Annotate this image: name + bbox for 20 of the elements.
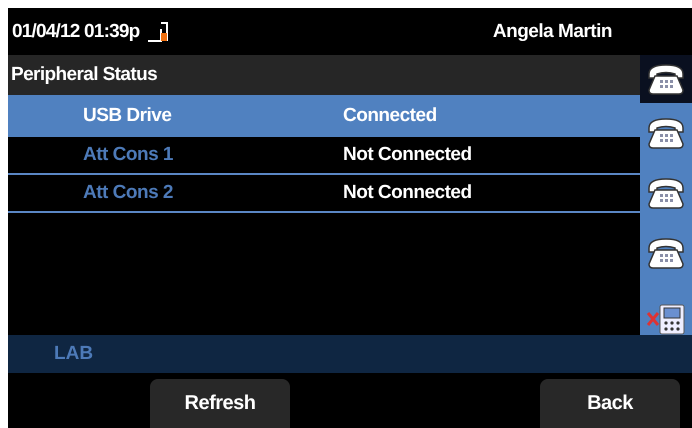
date-time: 01/04/12 01:39p <box>12 20 140 42</box>
line-label: LAB <box>8 335 692 373</box>
peripheral-row[interactable]: USB Drive Connected <box>8 95 640 137</box>
user-name: Angela Martin <box>492 20 612 42</box>
peripheral-name: USB Drive <box>82 105 172 127</box>
phone-unavailable-icon[interactable] <box>646 303 686 335</box>
phone-icon[interactable] <box>646 116 686 150</box>
peripheral-status: Not Connected <box>342 182 472 204</box>
peripheral-name: Att Cons 2 <box>82 182 174 204</box>
peripheral-name: Att Cons 1 <box>82 144 174 166</box>
phone-icon[interactable] <box>646 236 686 270</box>
peripheral-status: Not Connected <box>342 144 472 166</box>
phone-icon[interactable] <box>646 62 686 96</box>
peripheral-status: Connected <box>342 105 437 127</box>
softkey-button[interactable]: Back <box>540 379 680 428</box>
softkey-button[interactable]: Refresh <box>150 379 290 428</box>
peripheral-row[interactable]: Att Cons 2 Not Connected <box>8 175 640 213</box>
screen-title: Peripheral Status <box>8 55 640 95</box>
peripheral-row[interactable]: Att Cons 1 Not Connected <box>8 137 640 175</box>
phone-icon[interactable] <box>646 176 686 210</box>
